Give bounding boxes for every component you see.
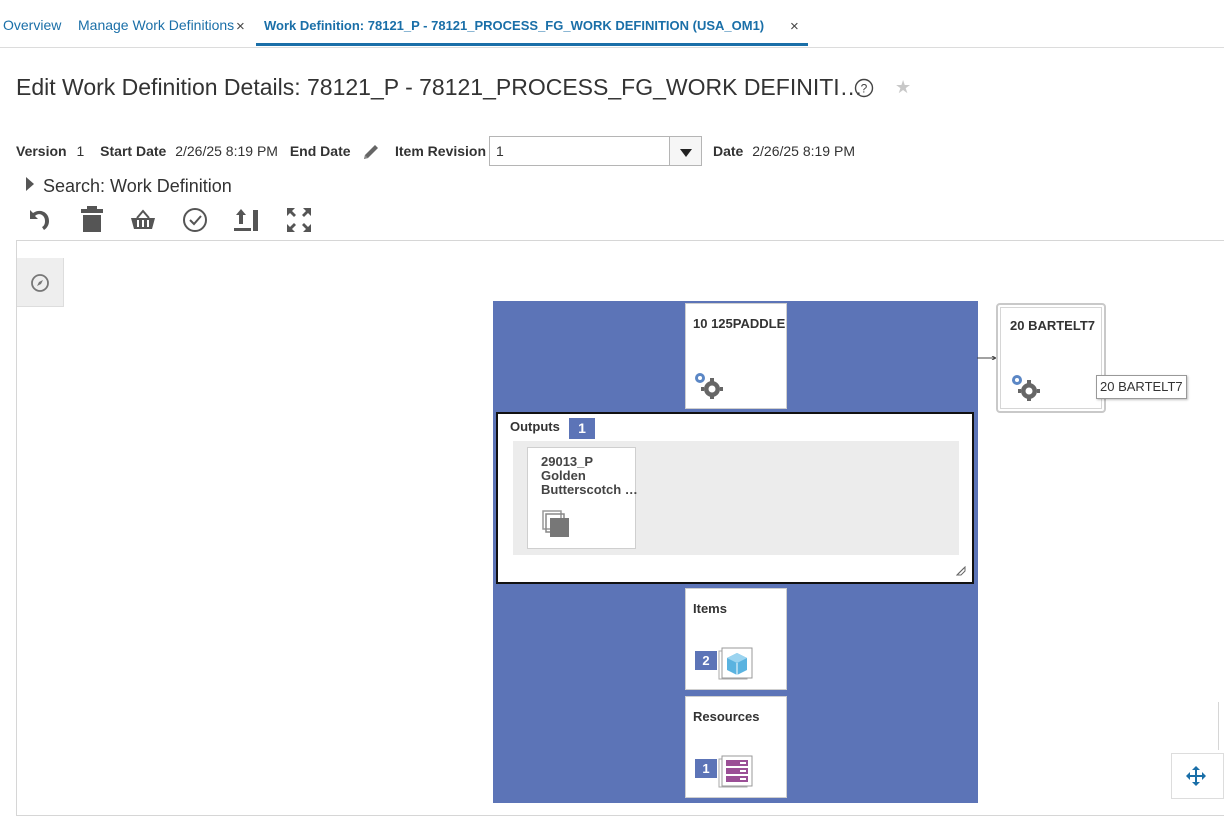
undo-icon[interactable] bbox=[24, 205, 54, 235]
expand-icon[interactable] bbox=[284, 205, 314, 235]
resources-count-badge: 1 bbox=[695, 759, 717, 778]
outputs-label: Outputs bbox=[510, 419, 560, 434]
item-revision-dropdown-button[interactable] bbox=[670, 136, 702, 166]
tab-manage-work-definitions[interactable]: Manage Work Definitions bbox=[78, 17, 234, 33]
resize-handle-icon[interactable] bbox=[956, 566, 966, 576]
gears-icon bbox=[695, 373, 723, 399]
cube-icon bbox=[718, 647, 753, 680]
version-label: Version bbox=[16, 143, 67, 159]
start-date-value: 2/26/25 8:19 PM bbox=[175, 143, 278, 159]
version-value: 1 bbox=[76, 143, 85, 159]
operation-20-inner: 20 BARTELT7 bbox=[1000, 307, 1102, 409]
help-icon[interactable]: ? bbox=[854, 78, 874, 98]
operation-20-tooltip: 20 BARTELT7 bbox=[1096, 375, 1187, 399]
items-label: Items bbox=[693, 601, 727, 616]
panel-edge bbox=[1218, 702, 1219, 750]
search-label: Search: Work Definition bbox=[43, 176, 232, 196]
resources-label: Resources bbox=[693, 709, 760, 724]
operation-10-title: 10 125PADDLE bbox=[693, 316, 786, 331]
copies-icon bbox=[542, 510, 569, 537]
active-tab-indicator bbox=[256, 43, 808, 46]
date-row: Date 2/26/25 8:19 PM bbox=[713, 143, 855, 159]
gears-icon bbox=[1012, 375, 1040, 401]
outputs-count-badge: 1 bbox=[569, 418, 595, 439]
chevron-down-icon bbox=[680, 149, 692, 157]
tab-overview[interactable]: Overview bbox=[3, 17, 61, 33]
page-title: Edit Work Definition Details: 78121_P - … bbox=[16, 74, 863, 100]
output-item-name-line2: Butterscotch … bbox=[541, 482, 637, 497]
item-revision-label: Item Revision bbox=[395, 143, 487, 159]
output-item-code: 29013_P bbox=[541, 455, 594, 469]
output-item-card[interactable]: 29013_P Golden Butterscotch … bbox=[527, 447, 637, 549]
items-card[interactable]: Items 2 bbox=[685, 588, 787, 690]
meta-row: Version 1 Start Date 2/26/25 8:19 PM End… bbox=[16, 143, 351, 159]
pan-control-button[interactable] bbox=[1171, 753, 1224, 799]
refresh-icon[interactable] bbox=[231, 205, 261, 235]
operation-20-title: 20 BARTELT7 bbox=[1010, 318, 1095, 333]
compass-icon bbox=[31, 274, 49, 292]
delete-icon[interactable] bbox=[77, 205, 107, 235]
operation-10-card[interactable]: 10 125PADDLE bbox=[685, 303, 787, 409]
arrow-right-icon bbox=[977, 356, 997, 360]
pencil-icon[interactable] bbox=[360, 141, 382, 163]
operation-20-card[interactable]: 20 BARTELT7 bbox=[996, 303, 1106, 413]
end-date-label: End Date bbox=[289, 143, 351, 159]
basket-icon[interactable] bbox=[128, 205, 158, 235]
resources-card[interactable]: Resources 1 bbox=[685, 696, 787, 798]
items-count-badge: 2 bbox=[695, 651, 717, 670]
svg-text:?: ? bbox=[861, 82, 868, 96]
move-arrows-icon bbox=[1186, 766, 1206, 786]
output-item-name-line1: Golden bbox=[541, 468, 586, 483]
tab-work-definition[interactable]: Work Definition: 78121_P - 78121_PROCESS… bbox=[264, 18, 764, 33]
tab-bar: Overview Manage Work Definitions × Work … bbox=[0, 0, 1224, 48]
navigation-compass-button[interactable] bbox=[17, 258, 64, 307]
check-circle-icon[interactable] bbox=[180, 205, 210, 235]
date-value: 2/26/25 8:19 PM bbox=[752, 143, 855, 159]
search-work-definition-toggle[interactable]: Search: Work Definition bbox=[26, 176, 232, 197]
server-stack-icon bbox=[718, 755, 753, 788]
favorite-star-icon[interactable]: ★ bbox=[895, 77, 911, 98]
outputs-panel[interactable]: Outputs 1 29013_P Golden Butterscotch … bbox=[496, 412, 974, 584]
expand-triangle-icon bbox=[26, 177, 34, 191]
item-revision-input[interactable] bbox=[489, 136, 670, 166]
date-label: Date bbox=[713, 143, 744, 159]
close-icon[interactable]: × bbox=[790, 18, 799, 35]
output-item-text: 29013_P Golden Butterscotch … bbox=[541, 455, 637, 497]
start-date-label: Start Date bbox=[100, 143, 167, 159]
close-icon[interactable]: × bbox=[236, 18, 245, 35]
outputs-list: 29013_P Golden Butterscotch … bbox=[513, 441, 959, 555]
